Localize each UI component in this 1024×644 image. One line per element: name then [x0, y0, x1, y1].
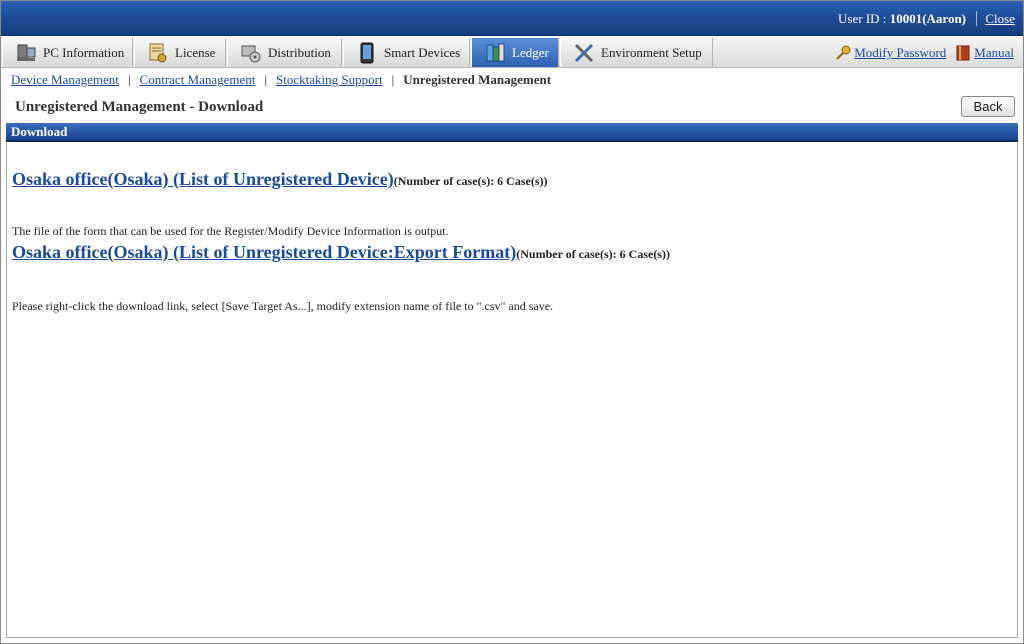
tab-label: PC Information — [43, 44, 125, 60]
key-icon — [835, 45, 851, 61]
tab-smart-devices[interactable]: Smart Devices — [343, 38, 470, 67]
manual-link[interactable]: Manual — [974, 45, 1014, 61]
pc-icon — [15, 42, 37, 64]
breadcrumb-current: Unregistered Management — [403, 72, 552, 87]
header-divider — [976, 11, 977, 26]
export-note: The file of the form that can be used fo… — [12, 224, 449, 238]
tab-label: Environment Setup — [601, 44, 702, 60]
case-count: (Number of case(s): 6 Case(s)) — [516, 247, 670, 261]
modify-password-link[interactable]: Modify Password — [854, 45, 946, 61]
license-icon — [147, 42, 169, 64]
tools-icon — [573, 42, 595, 64]
breadcrumb: Device Management | Contract Management … — [11, 72, 551, 88]
tab-environment-setup[interactable]: Environment Setup — [560, 38, 713, 67]
smartphone-icon — [356, 42, 378, 64]
download-link-unregistered-list[interactable]: Osaka office(Osaka) (List of Unregistere… — [12, 169, 394, 189]
breadcrumb-stocktaking-support[interactable]: Stocktaking Support — [276, 72, 383, 88]
breadcrumb-contract-management[interactable]: Contract Management — [140, 72, 256, 88]
main-tab-bar: PC Information License Distribution Smar… — [1, 37, 1023, 68]
breadcrumb-separator: | — [391, 72, 395, 87]
tab-label: Distribution — [268, 44, 331, 60]
breadcrumb-separator: | — [264, 72, 268, 87]
utility-links: Modify Password Manual — [835, 45, 1014, 61]
breadcrumb-separator: | — [127, 72, 131, 87]
tab-license[interactable]: License — [134, 38, 226, 67]
instruction-note: Please right-click the download link, se… — [12, 299, 554, 313]
download-panel — [6, 143, 1018, 638]
top-header-bar: User ID : 10001(Aaron) Close — [1, 1, 1023, 36]
user-id-display: User ID : 10001(Aaron) — [838, 11, 966, 26]
download-item: Osaka office(Osaka) (List of Unregistere… — [12, 169, 548, 190]
tab-label: Smart Devices — [384, 44, 461, 60]
tab-pc-information[interactable]: PC Information — [2, 38, 133, 67]
distribution-icon — [240, 42, 262, 64]
section-header: Download — [6, 123, 1018, 142]
close-link[interactable]: Close — [985, 11, 1015, 27]
download-item: Osaka office(Osaka) (List of Unregistere… — [12, 242, 670, 263]
case-count: (Number of case(s): 6 Case(s)) — [393, 174, 548, 188]
tab-label: Ledger — [512, 44, 549, 60]
tab-label: License — [175, 44, 216, 60]
page-title: Unregistered Management - Download — [15, 99, 264, 115]
tab-distribution[interactable]: Distribution — [227, 38, 342, 67]
back-button[interactable]: Back — [961, 96, 1015, 117]
manual-icon — [955, 45, 971, 61]
ledger-icon — [484, 42, 506, 64]
breadcrumb-device-management[interactable]: Device Management — [11, 72, 119, 88]
download-link-export-format[interactable]: Osaka office(Osaka) (List of Unregistere… — [12, 242, 516, 262]
tab-ledger[interactable]: Ledger — [471, 38, 559, 67]
